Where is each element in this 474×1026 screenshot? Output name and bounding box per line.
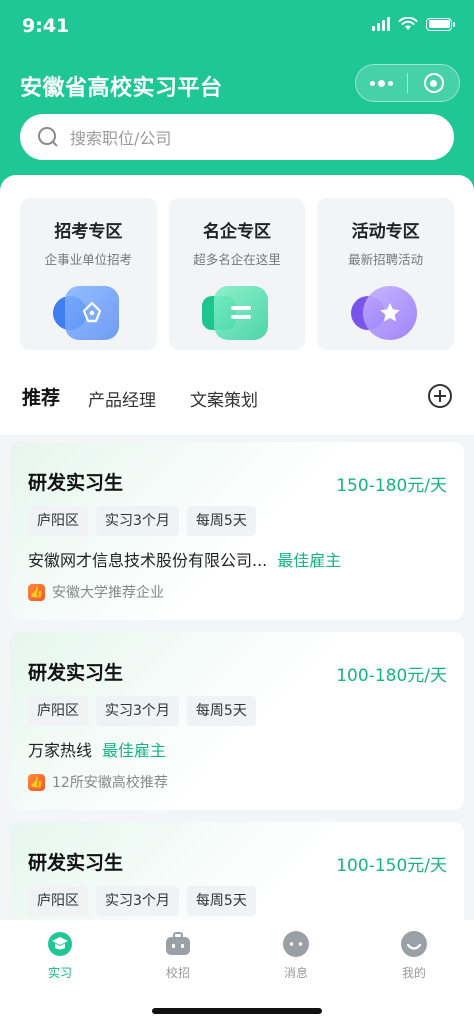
job-salary: 150-180元/天 [336, 476, 447, 496]
wifi-icon [398, 17, 418, 30]
job-tag: 每周5天 [186, 696, 256, 726]
building-icon [202, 282, 272, 344]
chat-bubble-icon [282, 930, 310, 958]
tabbar-item-profile[interactable]: 我的 [364, 930, 464, 981]
search-bar[interactable]: 搜索职位/公司 [20, 114, 454, 160]
job-card[interactable]: 研发实习生 100-180元/天 庐阳区 实习3个月 每周5天 万家热线 最佳雇主… [10, 632, 464, 810]
job-tag: 实习3个月 [96, 506, 179, 536]
job-tag: 庐阳区 [28, 886, 88, 916]
thumbs-up-icon: 👍 [28, 583, 45, 601]
job-tags: 庐阳区 实习3个月 每周5天 [28, 696, 256, 726]
search-icon [38, 127, 58, 147]
job-title: 研发实习生 [28, 472, 124, 494]
graduation-cap-icon [46, 930, 74, 958]
job-tag: 庐阳区 [28, 696, 88, 726]
status-bar: 9:41 [0, 0, 474, 54]
zone-card-activities[interactable]: 活动专区 最新招聘活动 [317, 198, 455, 350]
job-tag: 每周5天 [186, 506, 256, 536]
best-employer-badge: 最佳雇主 [102, 741, 167, 760]
zone-title: 活动专区 [351, 222, 420, 242]
job-salary: 100-150元/天 [336, 856, 447, 876]
plus-circle-icon[interactable] [428, 384, 452, 408]
zone-grid: 招考专区 企事业单位招考 名企专区 超多名企在这里 活动专区 最新招聘活动 [20, 198, 455, 350]
zone-title: 名企专区 [203, 222, 271, 242]
zone-title: 招考专区 [54, 222, 123, 242]
zone-subtitle: 最新招聘活动 [348, 252, 424, 267]
target-close-icon [423, 73, 444, 93]
job-tag: 每周5天 [186, 886, 256, 916]
job-salary: 100-180元/天 [336, 666, 447, 686]
battery-icon [426, 17, 455, 31]
close-mini-program-button[interactable] [408, 65, 459, 101]
tab-product-manager[interactable]: 产品经理 [88, 386, 156, 411]
zone-subtitle: 企事业单位招考 [44, 252, 133, 267]
tabbar-item-messages[interactable]: 消息 [246, 930, 346, 981]
mini-program-capsule [355, 64, 460, 102]
thumbs-up-icon: 👍 [28, 773, 45, 791]
tabbar-item-campus[interactable]: 校招 [128, 930, 228, 981]
tabbar-label: 我的 [401, 966, 426, 980]
tab-recommend[interactable]: 推荐 [22, 383, 60, 410]
recommend-text: 安徽大学推荐企业 [52, 585, 164, 601]
tab-copywriting[interactable]: 文案策划 [190, 386, 258, 411]
briefcase-icon [164, 930, 192, 958]
zone-subtitle: 超多名企在这里 [193, 252, 281, 267]
best-employer-badge: 最佳雇主 [277, 551, 342, 570]
zone-card-famous-companies[interactable]: 名企专区 超多名企在这里 [168, 198, 306, 350]
recommend-note: 👍 安徽大学推荐企业 [28, 582, 164, 602]
job-tag: 实习3个月 [96, 886, 179, 916]
pen-nib-icon [53, 282, 123, 344]
category-tabs: 推荐 产品经理 文案策划 [0, 372, 474, 422]
star-icon [350, 282, 421, 344]
job-tag: 庐阳区 [28, 506, 88, 536]
company-name: 安徽网才信息技术股份有限公司... [28, 551, 268, 570]
status-time: 9:41 [22, 15, 70, 37]
profile-icon [400, 930, 428, 958]
zone-card-exam[interactable]: 招考专区 企事业单位招考 [20, 198, 157, 350]
more-dots-icon [370, 79, 393, 87]
home-indicator [152, 1008, 322, 1014]
job-company: 万家热线 最佳雇主 [28, 737, 166, 761]
job-tags: 庐阳区 实习3个月 每周5天 [28, 886, 256, 916]
more-button[interactable] [356, 65, 407, 101]
search-placeholder: 搜索职位/公司 [70, 129, 172, 148]
recommend-text: 12所安徽高校推荐 [52, 775, 168, 791]
job-card[interactable]: 研发实习生 150-180元/天 庐阳区 实习3个月 每周5天 安徽网才信息技术… [10, 442, 464, 620]
job-title: 研发实习生 [28, 852, 124, 874]
company-name: 万家热线 [28, 741, 93, 760]
job-tag: 实习3个月 [96, 696, 179, 726]
tabbar-label: 校招 [165, 966, 190, 980]
page-title: 安徽省高校实习平台 [20, 76, 223, 101]
tabbar-item-internship[interactable]: 实习 [10, 930, 110, 981]
tabbar-label: 消息 [283, 966, 308, 980]
recommend-note: 👍 12所安徽高校推荐 [28, 772, 168, 792]
tabbar-label: 实习 [47, 966, 72, 980]
job-list: 研发实习生 150-180元/天 庐阳区 实习3个月 每周5天 安徽网才信息技术… [0, 430, 474, 920]
job-company: 安徽网才信息技术股份有限公司... 最佳雇主 [28, 547, 341, 571]
cellular-signal-icon [372, 17, 390, 31]
job-tags: 庐阳区 实习3个月 每周5天 [28, 506, 256, 536]
job-card[interactable]: 研发实习生 100-150元/天 庐阳区 实习3个月 每周5天 [10, 822, 464, 920]
job-title: 研发实习生 [28, 662, 124, 684]
